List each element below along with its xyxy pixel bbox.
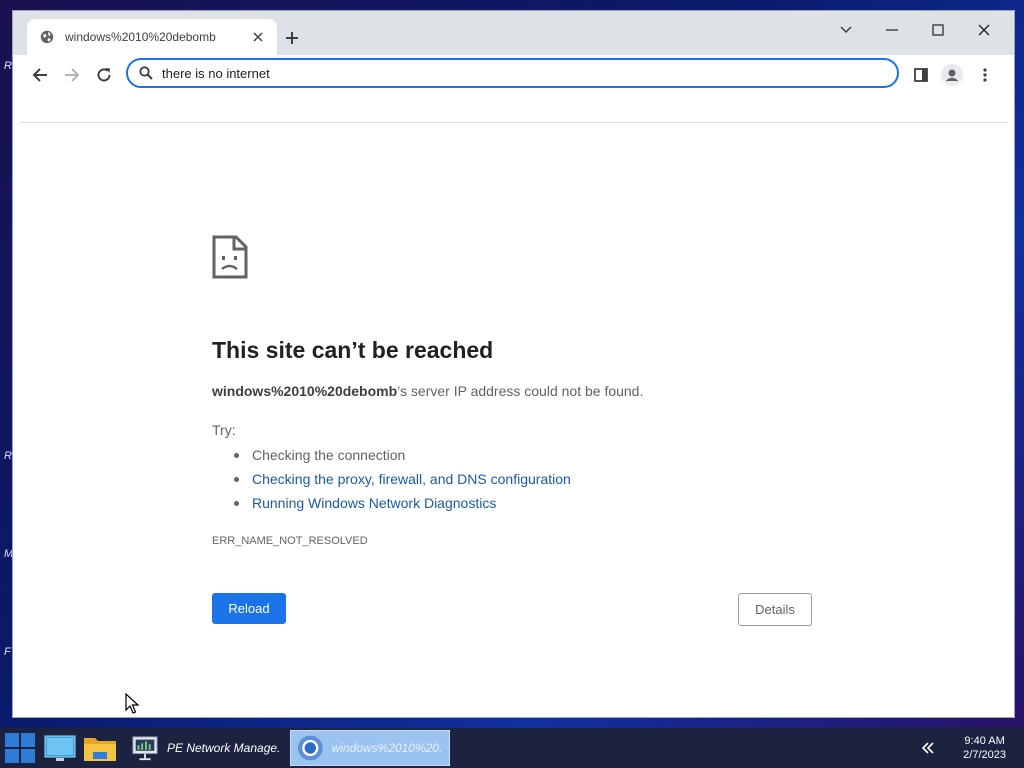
desktop-icon-label-fragment: R [4,60,12,72]
tab-search-button[interactable] [823,15,869,45]
taskbar-app-label: PE Network Manage... [166,741,279,755]
desktop-icon-label-fragment: F [4,646,11,658]
suggestion-text: Checking the connection [252,447,406,463]
double-chevron-left-icon [921,742,934,754]
error-description: windows%2010%20debomb’s server IP addres… [212,383,643,399]
browser-window: windows%2010%20debomb there is no intern… [12,10,1015,718]
arrow-right-icon [65,68,80,82]
clock-date: 2/7/2023 [963,749,1006,761]
reload-toolbar-button[interactable] [90,61,118,89]
reload-button[interactable]: Reload [212,593,286,624]
suggestion-link-text[interactable]: Running Windows Network Diagnostics [252,495,496,511]
search-icon [138,65,154,81]
error-host: windows%2010%20debomb [212,383,398,399]
show-hidden-icons-button[interactable] [916,728,940,768]
suggestion-link-diagnostics[interactable]: Running Windows Network Diagnostics [234,492,571,516]
menu-button[interactable] [971,61,999,89]
minimize-button[interactable] [869,15,915,45]
error-message: ’s server IP address could not be found. [397,383,644,399]
close-icon [978,24,990,36]
minimize-icon [886,29,898,31]
desktop-taskbar-button[interactable] [42,728,78,768]
plus-icon [286,32,298,44]
taskbar-app-label: windows%2010%20... [331,741,443,755]
tab-strip: windows%2010%20debomb [13,11,1014,55]
new-tab-button[interactable] [279,25,305,51]
kebab-menu-icon [983,68,987,82]
system-clock[interactable]: 9:40 AM 2/7/2023 [963,734,1006,762]
error-page: This site can’t be reached windows%2010%… [13,123,1014,717]
network-manager-icon [132,736,158,761]
profile-icon [941,64,963,86]
desktop-icon-label-fragment: R [4,450,12,462]
profile-button[interactable] [938,61,966,89]
file-explorer-button[interactable] [82,728,118,768]
side-panel-icon [914,68,928,82]
address-input[interactable] [162,65,862,81]
browser-toolbar [13,55,1014,95]
taskbar-app-network-manager[interactable]: PE Network Manage... [125,730,285,766]
error-title: This site can’t be reached [212,337,494,363]
error-code: ERR_NAME_NOT_RESOLVED [212,535,368,547]
back-button[interactable] [26,61,54,89]
close-window-button[interactable] [961,15,1007,45]
chromium-icon [297,735,323,761]
suggestion-item: Checking the connection [234,444,571,468]
clock-time: 9:40 AM [964,735,1005,747]
sad-page-icon [212,235,248,284]
suggestion-list: Checking the connection Checking the pro… [234,444,571,516]
taskbar-app-browser[interactable]: windows%2010%20... [290,730,450,766]
start-button[interactable] [2,728,38,768]
suggestion-link-text[interactable]: Checking the proxy, firewall, and DNS co… [252,471,571,487]
details-button[interactable]: Details [738,593,812,626]
address-bar[interactable] [126,58,899,88]
maximize-icon [932,24,944,36]
taskbar: PE Network Manage... windows%2010%20... … [0,728,1024,768]
folder-icon [84,738,116,761]
windows-logo-icon [5,733,35,763]
refresh-icon [97,68,111,82]
tab-title: windows%2010%20debomb [65,30,216,44]
globe-icon [39,29,55,45]
try-label: Try: [212,422,236,438]
browser-tab[interactable]: windows%2010%20debomb [27,19,277,55]
arrow-left-icon [32,68,47,82]
mouse-cursor-icon [125,692,140,720]
close-tab-icon[interactable] [249,28,267,46]
monitor-icon [44,735,76,761]
forward-button[interactable] [58,61,86,89]
side-panel-button[interactable] [907,61,935,89]
maximize-button[interactable] [915,15,961,45]
chevron-down-icon [840,26,852,34]
suggestion-link-proxy[interactable]: Checking the proxy, firewall, and DNS co… [234,468,571,492]
